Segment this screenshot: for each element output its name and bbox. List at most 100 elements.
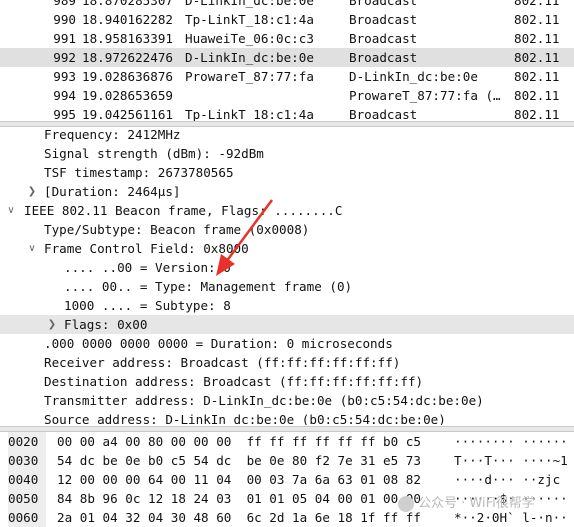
packet-destination: Broadcast (349, 0, 418, 8)
hex-bytes-group: 84 8b 96 0c 12 18 24 03 (57, 491, 232, 506)
tree-item-signal-strength[interactable]: Signal strength (dBm): -92dBm (0, 144, 574, 163)
tree-item-ieee-beacon-frame[interactable]: ∨ IEEE 802.11 Beacon frame, Flags: .....… (0, 201, 574, 220)
packet-number: 995 (53, 107, 76, 121)
hex-bytes-group: 54 dc be 0e b0 c5 54 dc (57, 453, 232, 468)
packet-number: 990 (53, 12, 76, 27)
tree-item-type-subtype[interactable]: Type/Subtype: Beacon frame (0x0008) (0, 220, 574, 239)
packet-time: 18.940162282 (82, 12, 173, 27)
hex-bytes: 12 00 00 00 64 00 11 04 00 03 7a 6a 63 0… (57, 470, 421, 489)
packet-row[interactable]: 990 18.940162282 Tp-LinkT_18:c1:4a Broad… (0, 10, 574, 29)
packet-protocol: 802.11 (514, 69, 560, 84)
tree-item-tsf-timestamp[interactable]: TSF timestamp: 2673780565 (0, 163, 574, 182)
packet-row[interactable]: 993 19.028636876 ProwareT_87:77:fa D-Lin… (0, 67, 574, 86)
hex-dump-pane[interactable]: 0020 00 00 a4 00 80 00 00 00 ff ff ff ff… (0, 432, 574, 527)
packet-protocol: 802.11 (514, 107, 560, 121)
hex-row[interactable]: 0040 12 00 00 00 64 00 11 04 00 03 7a 6a… (0, 470, 574, 489)
packet-destination: Broadcast (349, 50, 418, 65)
hex-ascii: ····d··· ··zjc (454, 472, 561, 487)
packet-time: 19.042561161 (82, 107, 173, 121)
chevron-right-icon[interactable]: ❯ (46, 315, 58, 334)
hex-offset: 0030 (8, 451, 46, 470)
packet-protocol: 802.11 (514, 88, 560, 103)
packet-time: 19.028636876 (82, 69, 173, 84)
tree-item-label: .... ..00 = Version: 0 (64, 260, 231, 275)
packet-time: 18.958163391 (82, 31, 173, 46)
tree-item-duration[interactable]: .000 0000 0000 0000 = Duration: 0 micros… (0, 334, 574, 353)
tree-item-label: Transmitter address: D-LinkIn_dc:be:0e (… (44, 393, 484, 408)
packet-row[interactable]: 991 18.958163391 HuaweiTe_06:0c:c3 Broad… (0, 29, 574, 48)
hex-offset: 0060 (8, 508, 46, 527)
packet-destination: Broadcast (349, 107, 418, 121)
packet-source: D-LinkIn_dc:be:0e (185, 50, 314, 65)
packet-destination: Broadcast (349, 31, 418, 46)
hex-bytes: 2a 01 04 32 04 30 48 60 6c 2d 1a 6e 18 1… (57, 508, 421, 527)
packet-time: 19.028653659 (82, 88, 173, 103)
hex-bytes-group: 2a 01 04 32 04 30 48 60 (57, 510, 232, 525)
hex-bytes-group: 01 01 05 04 00 01 00 00 (246, 491, 421, 506)
tree-item-label: Receiver address: Broadcast (ff:ff:ff:ff… (44, 355, 401, 370)
tree-item-label: 1000 .... = Subtype: 8 (64, 298, 231, 313)
hex-bytes-group: be 0e 80 f2 7e 31 e5 73 (246, 453, 421, 468)
packet-protocol: 802.11 (514, 12, 560, 27)
packet-destination: D-LinkIn_dc:be:0e (349, 69, 478, 84)
packet-protocol: 802.11 (514, 0, 560, 8)
tree-item-frame-control-field[interactable]: ∨ Frame Control Field: 0x8000 (0, 239, 574, 258)
hex-bytes-group: ff ff ff ff ff ff b0 c5 (246, 434, 421, 449)
tree-item-frequency[interactable]: Frequency: 2412MHz (0, 127, 574, 144)
packet-destination: Broadcast (349, 12, 418, 27)
watermark: 公众号 · WiFi很帮学 (398, 492, 535, 512)
tree-item-label: Type/Subtype: Beacon frame (0x0008) (44, 222, 310, 237)
hex-bytes-group: 00 00 a4 00 80 00 00 00 (57, 434, 232, 449)
tree-item-label: Frame Control Field: 0x8000 (44, 241, 249, 256)
wechat-logo-icon (398, 495, 414, 512)
hex-bytes: 54 dc be 0e b0 c5 54 dc be 0e 80 f2 7e 3… (57, 451, 421, 470)
packet-number: 989 (53, 0, 76, 8)
packet-protocol: 802.11 (514, 50, 560, 65)
hex-offset: 0040 (8, 470, 46, 489)
tree-item-label: Flags: 0x00 (64, 317, 148, 332)
packet-row[interactable]: 989 18.870285307 D-LinkIn_dc:be:0e Broad… (0, 0, 574, 10)
hex-offset: 0050 (8, 489, 46, 508)
tree-item-label: .000 0000 0000 0000 = Duration: 0 micros… (44, 336, 393, 351)
tree-item-label: .... 00.. = Type: Management frame (0) (64, 279, 353, 294)
hex-bytes: 00 00 a4 00 80 00 00 00 ff ff ff ff ff f… (57, 432, 421, 451)
tree-item-label: [Duration: 2464µs] (44, 184, 181, 199)
hex-row[interactable]: 0020 00 00 a4 00 80 00 00 00 ff ff ff ff… (0, 432, 574, 451)
watermark-text: 公众号 · WiFi很帮学 (418, 496, 535, 511)
tree-item-destination-address[interactable]: Destination address: Broadcast (ff:ff:ff… (0, 372, 574, 391)
packet-row-selected[interactable]: 992 18.972622476 D-LinkIn_dc:be:0e Broad… (0, 48, 574, 67)
tree-item-duration-group[interactable]: ❯ [Duration: 2464µs] (0, 182, 574, 201)
tree-item-receiver-address[interactable]: Receiver address: Broadcast (ff:ff:ff:ff… (0, 353, 574, 372)
packet-source: Tp-LinkT_18:c1:4a (185, 107, 314, 121)
packet-row[interactable]: 994 19.028653659 ProwareT_87:77:fa (… 80… (0, 86, 574, 105)
hex-ascii: T···T··· ····~1 (454, 453, 568, 468)
hex-bytes-group: 12 00 00 00 64 00 11 04 (57, 472, 232, 487)
tree-item-transmitter-address[interactable]: Transmitter address: D-LinkIn_dc:be:0e (… (0, 391, 574, 410)
tree-item-version[interactable]: .... ..00 = Version: 0 (0, 258, 574, 277)
packet-row[interactable]: 995 19.042561161 Tp-LinkT_18:c1:4a Broad… (0, 105, 574, 121)
tree-item-type[interactable]: .... 00.. = Type: Management frame (0) (0, 277, 574, 296)
chevron-down-icon[interactable]: ∨ (26, 239, 38, 258)
hex-offset: 0020 (8, 432, 46, 451)
tree-item-flags[interactable]: ❯ Flags: 0x00 (0, 315, 574, 334)
chevron-down-icon[interactable]: ∨ (5, 201, 17, 220)
tree-item-label: Frequency: 2412MHz (44, 127, 181, 142)
hex-bytes: 84 8b 96 0c 12 18 24 03 01 01 05 04 00 0… (57, 489, 421, 508)
packet-time: 18.870285307 (82, 0, 173, 8)
tree-item-source-address[interactable]: Source address: D-LinkIn_dc:be:0e (b0:c5… (0, 410, 574, 425)
tree-item-label: Signal strength (dBm): -92dBm (44, 146, 264, 161)
hex-bytes-group: 6c 2d 1a 6e 18 1f ff ff (246, 510, 421, 525)
packet-number: 991 (53, 31, 76, 46)
packet-details-tree[interactable]: Frequency: 2412MHz Signal strength (dBm)… (0, 127, 574, 425)
hex-row[interactable]: 0030 54 dc be 0e b0 c5 54 dc be 0e 80 f2… (0, 451, 574, 470)
packet-list[interactable]: 989 18.870285307 D-LinkIn_dc:be:0e Broad… (0, 0, 574, 121)
tree-item-label: Destination address: Broadcast (ff:ff:ff… (44, 374, 424, 389)
chevron-right-icon[interactable]: ❯ (26, 182, 38, 201)
tree-item-subtype[interactable]: 1000 .... = Subtype: 8 (0, 296, 574, 315)
hex-ascii: ········ ······ (454, 434, 568, 449)
hex-bytes-group: 00 03 7a 6a 63 01 08 82 (246, 472, 421, 487)
packet-number: 992 (53, 50, 76, 65)
packet-time: 18.972622476 (82, 50, 173, 65)
packet-destination: ProwareT_87:77:fa (… (349, 88, 501, 103)
tree-item-label: IEEE 802.11 Beacon frame, Flags: .......… (24, 203, 343, 218)
